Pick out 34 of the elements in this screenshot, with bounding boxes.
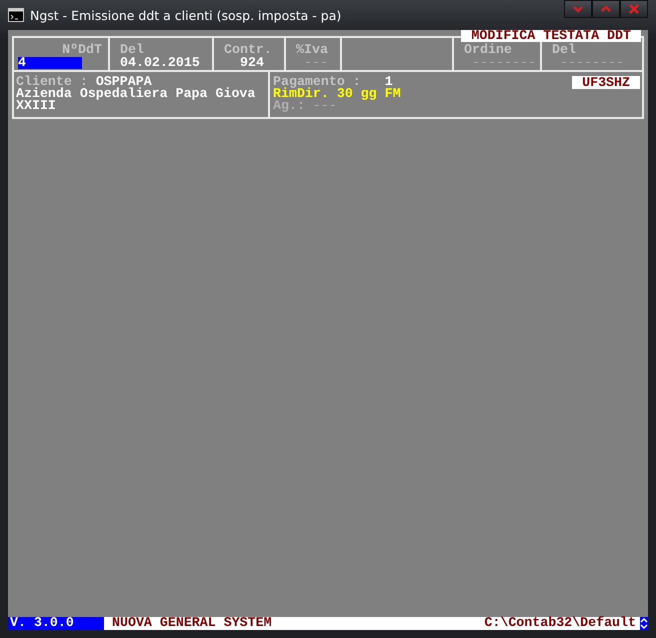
payment-code: 1 — [384, 76, 393, 88]
field-value: --- — [303, 57, 328, 69]
chevron-down-icon — [573, 5, 583, 13]
customer-label: Cliente : — [16, 76, 88, 88]
scroll-icon[interactable] — [640, 617, 648, 630]
field-value: -------- — [471, 57, 536, 69]
mode-banner: MODIFICA TESTATA DDT — [461, 30, 641, 42]
field-label: NºDdT — [62, 44, 102, 56]
field-value: -------- — [559, 57, 624, 69]
field-label: Ordine — [463, 44, 512, 56]
field-value: 04.02.2015 — [119, 57, 200, 69]
minimize-button[interactable] — [564, 0, 592, 18]
close-button[interactable] — [620, 0, 648, 18]
chevron-up-icon — [601, 5, 611, 13]
customer-code: OSPPAPA — [96, 76, 152, 88]
agent-value: --- — [312, 100, 337, 112]
window-title: Ngst - Emissione ddt a clienti (sosp. imposta - pa) — [30, 8, 342, 22]
maximize-button[interactable] — [592, 0, 620, 18]
payment-description: RimDir. 30 gg FM — [273, 88, 402, 100]
field-label: Contr. — [223, 44, 272, 56]
payment-label: Pagamento : — [273, 76, 361, 88]
version-label: V. 3.0.0 — [8, 617, 104, 630]
field-label: %Iva — [295, 44, 328, 56]
input-field[interactable]: 4 — [18, 57, 82, 69]
field-label: Del — [119, 44, 144, 56]
path-label: C:\Contab32\Default — [484, 617, 637, 630]
system-name: NUOVA GENERAL SYSTEM — [111, 617, 273, 630]
customer-name: XXIII — [16, 100, 56, 112]
console-icon — [8, 8, 24, 22]
code-badge: UF3SHZ — [572, 76, 640, 89]
field-value: 924 — [239, 57, 264, 69]
customer-name: Azienda Ospedaliera Papa Giova — [16, 88, 256, 100]
field-label: Del — [551, 44, 576, 56]
close-icon — [629, 4, 639, 14]
